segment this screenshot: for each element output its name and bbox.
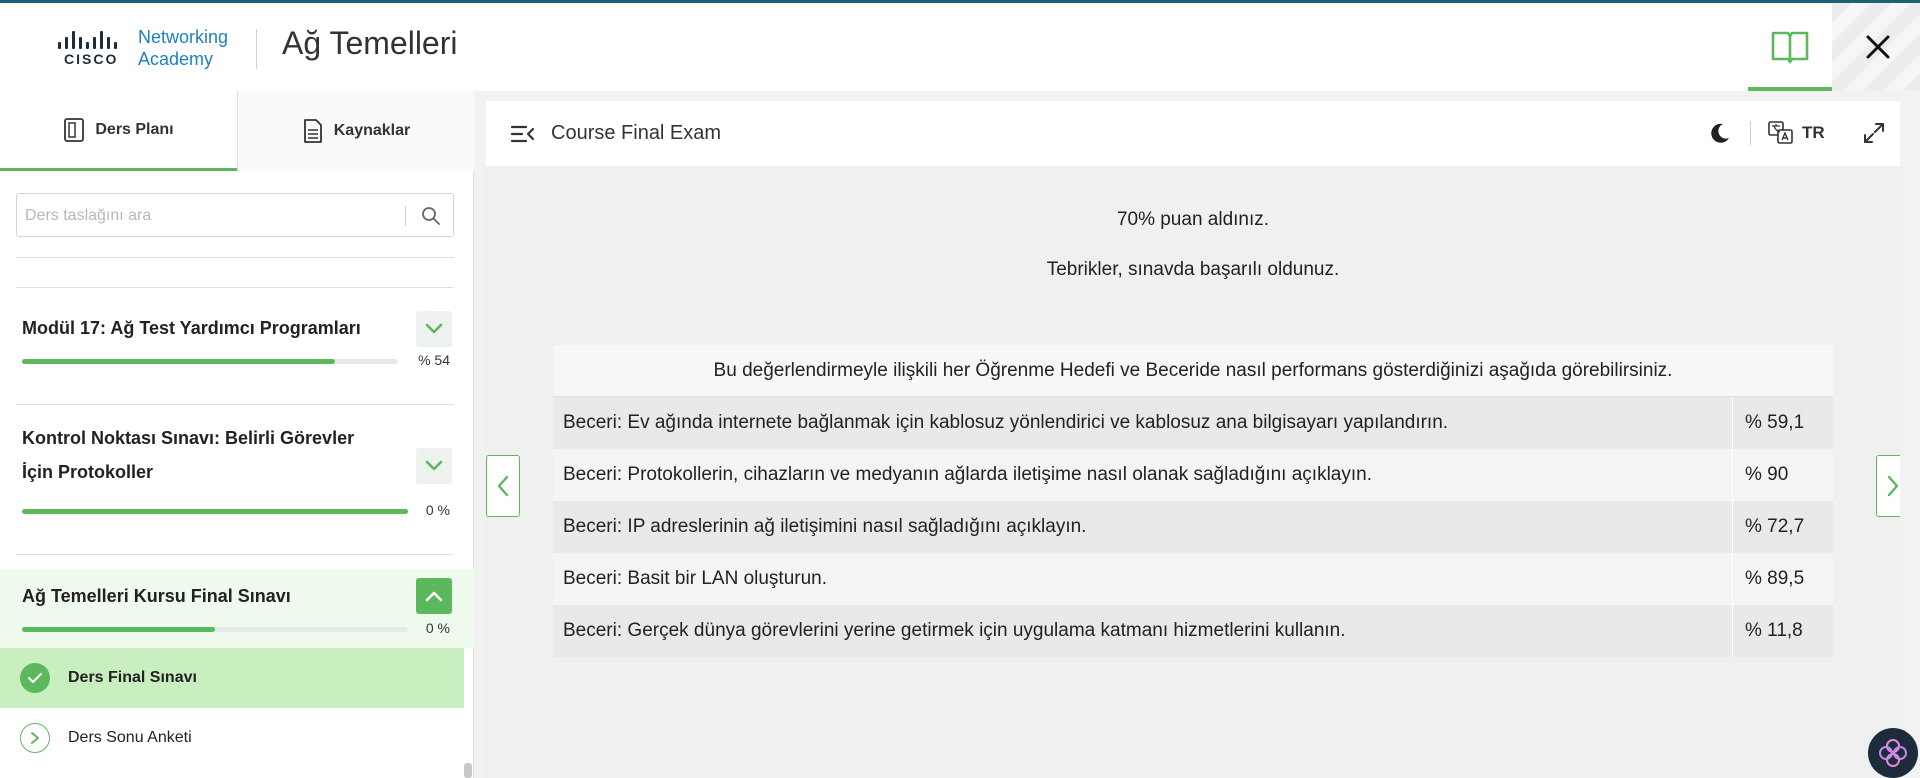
divider	[16, 554, 454, 555]
check-icon	[20, 663, 50, 693]
cisco-wordmark: CISCO	[64, 51, 119, 67]
skill-name: Beceri: IP adreslerinin ağ iletişimini n…	[553, 501, 1733, 553]
cisco-bars-icon	[58, 29, 130, 49]
tab-kaynaklar[interactable]: Kaynaklar	[237, 91, 474, 171]
language-button[interactable]: TR	[1768, 119, 1825, 147]
table-row: Beceri: Basit bir LAN oluşturun. % 89,5	[553, 553, 1833, 605]
progress-label: % 54	[418, 352, 450, 368]
book-active-indicator	[1748, 87, 1832, 91]
language-label: TR	[1802, 123, 1825, 142]
course-title: Course Final Exam	[551, 122, 722, 144]
content-panel: Course Final Exam TR 70% puan aldınız. T…	[486, 101, 1900, 778]
module-title-line2: İçin Protokoller	[22, 462, 154, 482]
chevron-right-circle-icon	[20, 723, 50, 753]
skill-score: % 89,5	[1745, 568, 1805, 589]
tab-label: Kaynaklar	[333, 122, 411, 139]
skill-score: % 59,1	[1745, 412, 1805, 433]
congrats-text: Tebrikler, sınavda başarılı oldunuz.	[1046, 259, 1340, 280]
results-header: Bu değerlendirmeyle ilişkili her Öğrenme…	[553, 345, 1833, 397]
progress-label: 0 %	[425, 502, 450, 518]
expand-button[interactable]	[416, 448, 452, 484]
progress-label: 0 %	[425, 620, 450, 636]
course-sidebar: Ders Planı Kaynaklar Modül 17: Ağ Test Y…	[0, 91, 474, 778]
close-icon	[1866, 35, 1890, 59]
progress-bar	[22, 509, 408, 514]
lesson-label: Ders Final Sınavı	[68, 669, 197, 686]
module-title: Modül 17: Ağ Test Yardımcı Programları	[22, 318, 361, 338]
skill-name: Beceri: Protokollerin, cihazların ve med…	[553, 449, 1733, 501]
progress-bar	[22, 627, 408, 632]
translate-icon	[1768, 121, 1793, 144]
module-checkpoint-exam[interactable]: Kontrol Noktası Sınavı: Belirli Görevler…	[0, 405, 474, 537]
module-final-exam[interactable]: Ağ Temelleri Kursu Final Sınavı 0 %	[0, 569, 474, 648]
lesson-item-final-exam[interactable]: Ders Final Sınavı	[0, 648, 464, 708]
previous-page-button[interactable]	[486, 455, 520, 517]
exam-result-frame: 70% puan aldınız. Tebrikler, sınavda baş…	[486, 167, 1900, 778]
progress-fill	[22, 359, 335, 364]
sidebar-scrollbar[interactable]	[464, 763, 472, 778]
document-icon	[303, 119, 322, 143]
document-list-icon	[64, 117, 85, 142]
close-button[interactable]	[1858, 27, 1898, 67]
logo-networking: Networking	[138, 27, 229, 47]
app-title: Ağ Temelleri	[282, 25, 458, 61]
chevron-down-icon	[425, 323, 443, 334]
skill-name: Beceri: Basit bir LAN oluşturun.	[553, 553, 1733, 605]
table-row: Beceri: Protokollerin, cihazların ve med…	[553, 449, 1833, 501]
skill-score: % 90	[1745, 464, 1789, 485]
skill-score: % 11,8	[1745, 620, 1803, 641]
lesson-item-survey[interactable]: Ders Sonu Anketi	[0, 708, 464, 768]
cisco-networking-academy-logo[interactable]: CISCO Networking Academy	[58, 25, 248, 71]
table-row: Beceri: Ev ağında internete bağlanmak iç…	[553, 397, 1833, 449]
outline-search	[16, 193, 454, 237]
collapse-button[interactable]	[416, 578, 452, 614]
logo-academy: Academy	[138, 49, 214, 69]
skill-name: Beceri: Gerçek dünya görevlerini yerine …	[553, 605, 1733, 657]
table-row: Beceri: Gerçek dünya görevlerini yerine …	[553, 605, 1833, 657]
search-input[interactable]	[25, 204, 405, 228]
header-separator	[1750, 121, 1751, 145]
table-row: Beceri: IP adreslerinin ağ iletişimini n…	[553, 501, 1833, 553]
divider	[16, 257, 454, 258]
search-separator	[405, 206, 406, 226]
search-icon[interactable]	[421, 206, 441, 226]
module-title: Ağ Temelleri Kursu Final Sınavı	[22, 586, 291, 606]
progress-bar	[22, 359, 398, 364]
dark-mode-icon[interactable]	[1708, 121, 1732, 145]
sidebar-tabs: Ders Planı Kaynaklar	[0, 91, 474, 171]
score-text: 70% puan aldınız.	[1116, 209, 1270, 230]
chevron-right-icon	[1887, 475, 1899, 497]
fullscreen-icon[interactable]	[1862, 121, 1886, 145]
chevron-up-icon	[425, 591, 443, 602]
page-scrollbar[interactable]	[1900, 101, 1920, 778]
skill-name: Beceri: Ev ağında internete bağlanmak iç…	[553, 397, 1733, 449]
chevron-down-icon	[425, 460, 443, 471]
tab-label: Ders Planı	[95, 120, 174, 138]
app-header: CISCO Networking Academy Ağ Temelleri	[0, 3, 1920, 91]
assistant-flower-icon	[1879, 739, 1907, 767]
book-icon	[1771, 31, 1809, 64]
tab-ders-plani[interactable]: Ders Planı	[0, 91, 237, 171]
lesson-label: Ders Sonu Anketi	[68, 729, 192, 746]
menu-collapse-icon[interactable]	[510, 123, 536, 145]
chevron-left-icon	[497, 475, 509, 497]
header-divider	[256, 29, 257, 69]
progress-fill	[22, 509, 408, 514]
results-table: Bu değerlendirmeyle ilişkili her Öğrenme…	[553, 345, 1833, 657]
assistant-button[interactable]	[1868, 728, 1918, 778]
progress-fill	[22, 627, 215, 632]
skill-score: % 72,7	[1745, 516, 1805, 537]
content-header: Course Final Exam TR	[486, 101, 1900, 167]
module-17[interactable]: Modül 17: Ağ Test Yardımcı Programları %…	[0, 288, 474, 396]
book-button[interactable]	[1748, 3, 1832, 89]
expand-button[interactable]	[416, 311, 452, 347]
exam-result-body: 70% puan aldınız. Tebrikler, sınavda baş…	[486, 167, 1900, 778]
module-title-line1: Kontrol Noktası Sınavı: Belirli Görevler	[22, 428, 355, 448]
